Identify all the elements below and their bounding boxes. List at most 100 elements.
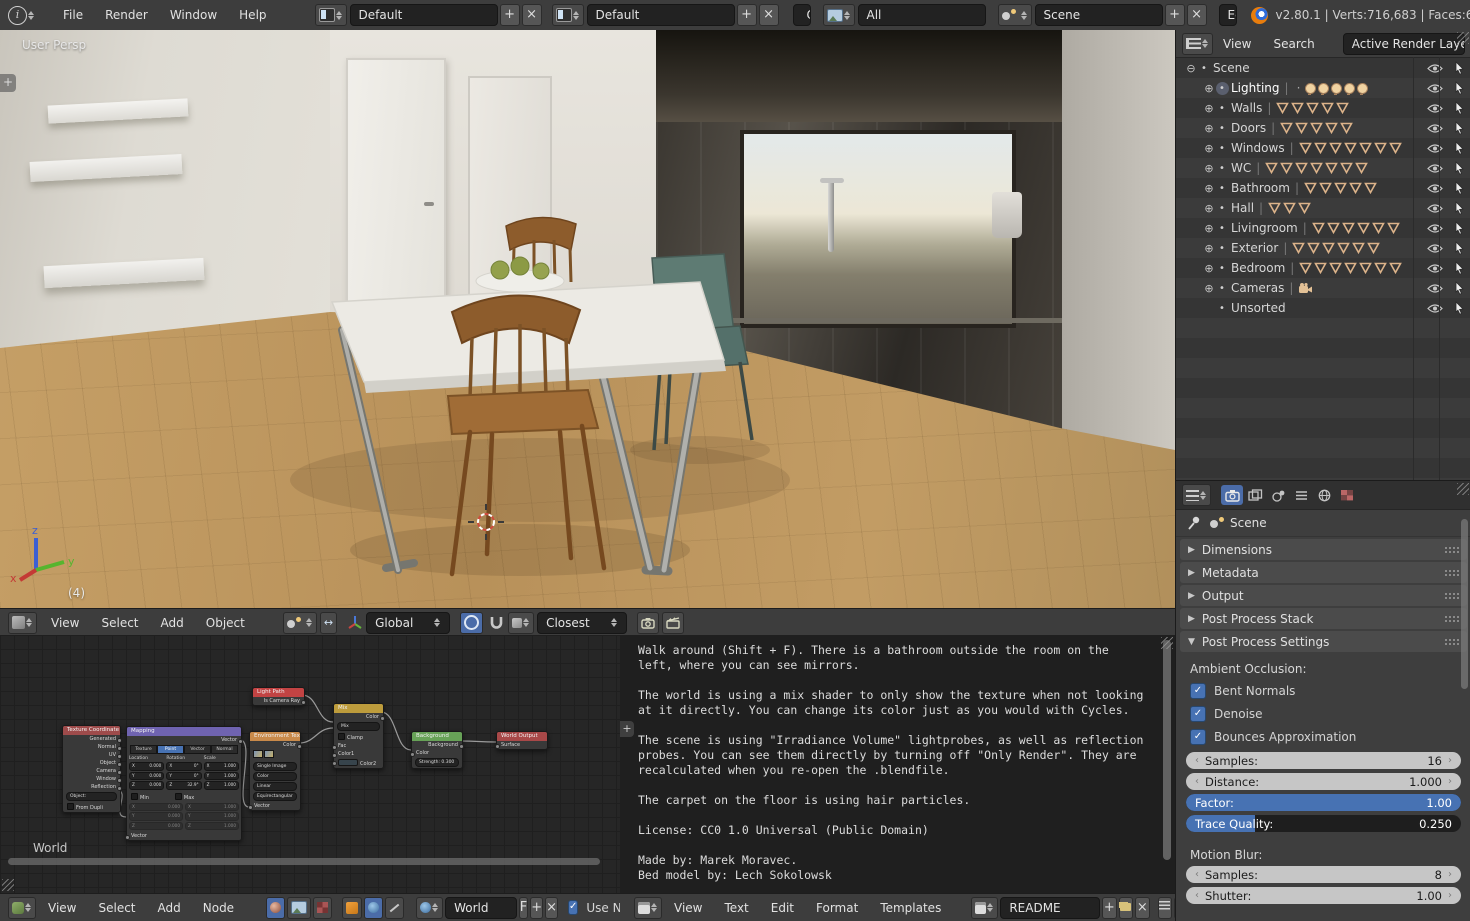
topbar-menu-file[interactable]: File bbox=[63, 8, 83, 22]
expander-icon[interactable]: ⊕ bbox=[1202, 202, 1216, 215]
node-background[interactable]: Background Background Color Strength: 0.300 bbox=[410, 731, 464, 769]
transform-orientation-selector[interactable]: Global bbox=[366, 611, 451, 634]
selectability-toggle[interactable] bbox=[1447, 241, 1470, 255]
use-nodes-toggle[interactable]: ✓ Use Nodes bbox=[568, 900, 628, 915]
workspace-name-field-1[interactable]: Default bbox=[349, 4, 498, 26]
node-row-vector[interactable]: Vector bbox=[248, 802, 300, 810]
node-row-camera[interactable]: Camera bbox=[63, 767, 122, 775]
collapsed-panel-tab[interactable]: + bbox=[620, 721, 634, 737]
text-menu-templates[interactable]: Templates bbox=[880, 901, 941, 915]
selectability-toggle[interactable] bbox=[1447, 61, 1470, 75]
shader-type-texture-button[interactable] bbox=[313, 896, 333, 919]
collection-name[interactable]: Unsorted bbox=[1231, 301, 1286, 315]
node-row-fac[interactable]: Fac bbox=[332, 742, 383, 750]
workspace-add-button-1[interactable]: + bbox=[499, 4, 520, 26]
node-light-path[interactable]: Light Path Is Camera Ray bbox=[252, 687, 306, 706]
visibility-toggle[interactable] bbox=[1423, 303, 1447, 314]
outliner-row-walls[interactable]: ⊕ • Walls | bbox=[1176, 98, 1470, 118]
expander-icon[interactable]: ⊕ bbox=[1202, 122, 1216, 135]
shader-type-world-icon-button[interactable] bbox=[266, 896, 286, 919]
collection-name[interactable]: Bathroom bbox=[1231, 181, 1290, 195]
workspace-layout-selector[interactable] bbox=[314, 4, 347, 26]
snap-mode-selector[interactable]: Closest bbox=[537, 611, 628, 634]
pivot-point-selector[interactable] bbox=[282, 611, 317, 634]
node-row-color2[interactable]: Color2 bbox=[332, 758, 383, 768]
node-tab-texture[interactable]: Texture bbox=[130, 745, 157, 754]
selectability-toggle[interactable] bbox=[1447, 161, 1470, 175]
selectability-toggle[interactable] bbox=[1447, 261, 1470, 275]
outliner-menu-search[interactable]: Search bbox=[1273, 37, 1314, 51]
tab-scene[interactable] bbox=[1267, 485, 1289, 505]
collection-name[interactable]: Walls bbox=[1231, 101, 1262, 115]
collection-name[interactable]: Hall bbox=[1231, 201, 1254, 215]
expander-icon[interactable]: ⊕ bbox=[1202, 82, 1216, 95]
info-editor-selector[interactable]: i bbox=[8, 5, 35, 25]
node-row-color[interactable]: Color bbox=[334, 713, 385, 721]
expander-icon[interactable]: ⊕ bbox=[1202, 242, 1216, 255]
node-row-vector[interactable]: Vector bbox=[125, 832, 241, 840]
node-environment-texture[interactable]: Environment TextureColorSingle ImageColo… bbox=[248, 731, 302, 811]
node-row-grid2[interactable]: X 0.000 Y 0.000 Z 0.000 X 1.000 Y 1.000 Z 1.000 bbox=[129, 802, 239, 832]
expander-icon[interactable]: ⊕ bbox=[1202, 222, 1216, 235]
node-row-tabs[interactable]: Texture Point Vector Normal bbox=[130, 745, 238, 754]
node-row-color[interactable]: Color bbox=[250, 772, 300, 781]
text-new-button[interactable]: + bbox=[1102, 896, 1117, 919]
visibility-toggle[interactable] bbox=[1423, 223, 1447, 234]
visibility-toggle[interactable] bbox=[1423, 63, 1447, 74]
render-animation-button[interactable] bbox=[662, 611, 685, 634]
transform-gizmo-toggle[interactable]: ↔ bbox=[319, 611, 338, 634]
node-tab-normal[interactable]: Normal bbox=[211, 745, 238, 754]
snap-magnet-icon[interactable] bbox=[489, 615, 504, 631]
mode-selector[interactable]: Object Mode bbox=[792, 4, 811, 26]
node-row-from-dupli[interactable]: From Dupli bbox=[63, 802, 120, 812]
tab-output[interactable] bbox=[1290, 485, 1312, 505]
panel-header-post-process-settings[interactable]: ▼ Post Process Settings bbox=[1180, 631, 1467, 652]
node-row-color[interactable]: Color bbox=[410, 749, 462, 757]
slider-field-trace-quality[interactable]: Trace Quality: 0.250 bbox=[1186, 815, 1461, 832]
node-menu-node[interactable]: Node bbox=[203, 901, 234, 915]
tab-texture[interactable] bbox=[1336, 485, 1358, 505]
node-row-mix[interactable]: Mix bbox=[334, 722, 383, 731]
text-editor-scrollbar[interactable] bbox=[1163, 640, 1171, 860]
proportional-edit-toggle[interactable] bbox=[460, 611, 484, 634]
outliner-row-bathroom[interactable]: ⊕ • Bathroom | bbox=[1176, 178, 1470, 198]
checkbox-bent-normals[interactable]: ✓ Bent Normals bbox=[1190, 683, 1470, 699]
node-row-background[interactable]: Background bbox=[412, 741, 464, 749]
topbar-menu-help[interactable]: Help bbox=[239, 8, 266, 22]
number-field-shutter[interactable]: ‹ Shutter: 1.00 › bbox=[1186, 887, 1461, 904]
node-editor[interactable]: Texture Coordinate Generated Normal UV Objec… bbox=[0, 635, 621, 893]
selectability-toggle[interactable] bbox=[1447, 181, 1470, 195]
workspace-add-button-2[interactable]: + bbox=[736, 4, 757, 26]
collection-name[interactable]: Cameras bbox=[1231, 281, 1284, 295]
node-row-color[interactable]: Color bbox=[250, 741, 302, 749]
tab-view-layer[interactable] bbox=[1244, 485, 1266, 505]
view-layer-icon-button[interactable] bbox=[822, 4, 855, 26]
node-editor-type-selector[interactable] bbox=[8, 896, 36, 919]
number-field-samples[interactable]: ‹ Samples: 8 › bbox=[1186, 866, 1461, 883]
node-row-strength-0-300[interactable]: Strength: 0.300 bbox=[412, 758, 462, 767]
checkbox-denoise[interactable]: ✓ Denoise bbox=[1190, 706, 1470, 722]
number-field-samples[interactable]: ‹ Samples: 16 › bbox=[1186, 752, 1461, 769]
selectability-toggle[interactable] bbox=[1447, 101, 1470, 115]
selectability-toggle[interactable] bbox=[1447, 281, 1470, 295]
outliner-row-cameras[interactable]: ⊕ • Cameras | bbox=[1176, 278, 1470, 298]
panel-header-post-process-stack[interactable]: ▶ Post Process Stack bbox=[1180, 608, 1467, 629]
properties-editor-selector[interactable] bbox=[1182, 484, 1211, 506]
fake-user-button[interactable]: F bbox=[518, 896, 529, 919]
visibility-toggle[interactable] bbox=[1423, 263, 1447, 274]
number-field-distance[interactable]: ‹ Distance: 1.000 › bbox=[1186, 773, 1461, 790]
visibility-toggle[interactable] bbox=[1423, 243, 1447, 254]
visibility-toggle[interactable] bbox=[1423, 143, 1447, 154]
node-tab-point[interactable]: Point bbox=[157, 745, 184, 754]
outliner-row-bedroom[interactable]: ⊕ • Bedroom | bbox=[1176, 258, 1470, 278]
expander-icon[interactable]: ⊕ bbox=[1202, 282, 1216, 295]
expander-icon[interactable]: ⊕ bbox=[1202, 262, 1216, 275]
tab-world[interactable] bbox=[1313, 485, 1335, 505]
node-row-is-camera-ray[interactable]: Is Camera Ray bbox=[253, 697, 306, 705]
node-texture-coordinate[interactable]: Texture Coordinate Generated Normal UV Objec… bbox=[62, 725, 122, 813]
selectability-toggle[interactable] bbox=[1447, 301, 1470, 315]
collection-name[interactable]: Livingroom bbox=[1231, 221, 1298, 235]
node-row-object[interactable]: Object bbox=[63, 759, 122, 767]
panel-header-output[interactable]: ▶ Output bbox=[1180, 585, 1467, 606]
outliner-row-unsorted[interactable]: • Unsorted bbox=[1176, 298, 1470, 318]
